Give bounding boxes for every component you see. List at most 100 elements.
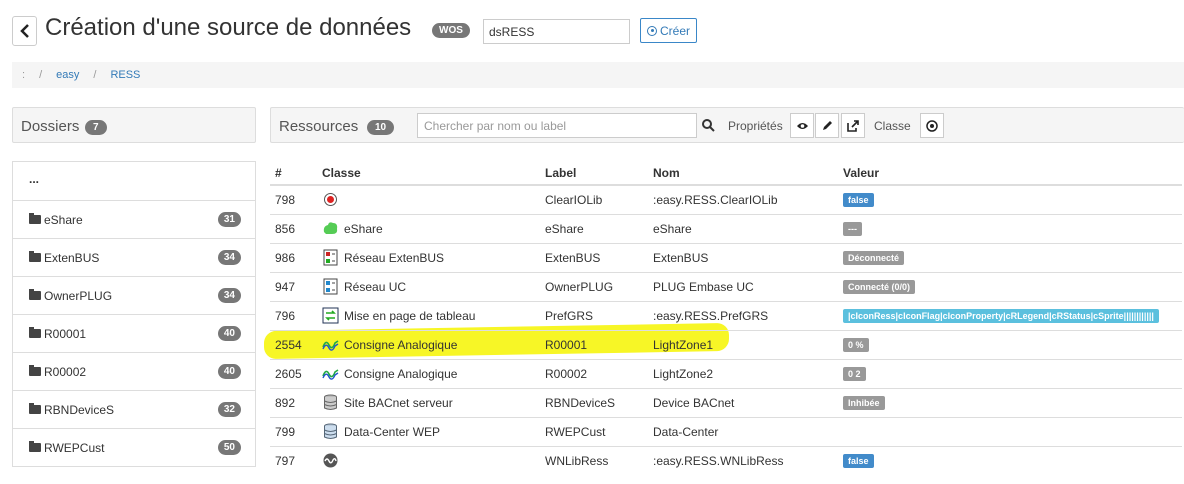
folder-count: 34 (217, 288, 241, 303)
folder-item-rbndevices[interactable]: RBNDeviceS 32 (13, 390, 255, 428)
row-label: PrefGRS (540, 300, 648, 330)
row-label: R00002 (540, 358, 648, 388)
back-button[interactable] (12, 16, 37, 46)
row-label: WNLibRess (540, 445, 648, 475)
breadcrumb-sep: / (39, 69, 43, 81)
eshare-icon (322, 220, 339, 237)
row-class-cell: Réseau ExtenBUS (317, 242, 540, 272)
table-row[interactable]: 892 Site BACnet serveur RBNDeviceS Device B… (270, 387, 1182, 417)
folder-count: 31 (217, 212, 241, 227)
folder-item-eshare[interactable]: eShare 31 (13, 200, 255, 238)
folder-count: 40 (217, 364, 241, 379)
row-value-cell: 0 2 (838, 358, 1182, 388)
folder-item-ownerplug[interactable]: OwnerPLUG 34 (13, 276, 255, 314)
col-class-header[interactable]: Classe (317, 161, 540, 186)
folders-header: Dossiers 7 (12, 107, 256, 143)
parent-dots: ... (29, 172, 40, 186)
export-button[interactable] (841, 113, 865, 138)
table-row[interactable]: 947 Réseau UC OwnerPLUG PLUG Embase UC Conne… (270, 271, 1182, 301)
search-input[interactable] (417, 113, 697, 138)
value-badge: 0 % (843, 338, 869, 352)
row-value-cell (838, 416, 1182, 446)
row-value-cell: 0 % (838, 329, 1182, 359)
table-row[interactable]: 2554 Consigne Analogique R00001 LightZone1 0… (270, 329, 1182, 359)
analog-icon (322, 365, 339, 382)
table-row[interactable]: 799 Data-Center WEP RWEPCust Data-Center (270, 416, 1182, 446)
row-name: Device BACnet (648, 387, 838, 417)
row-id: 986 (270, 242, 317, 272)
folder-icon (29, 327, 41, 338)
class-button[interactable] (920, 113, 944, 138)
row-label: R00001 (540, 329, 648, 359)
table-row[interactable]: 986 Réseau ExtenBUS ExtenBUS ExtenBUS Déconn… (270, 242, 1182, 272)
row-label: RWEPCust (540, 416, 648, 446)
resources-title: Ressources (279, 118, 359, 135)
row-id: 2605 (270, 358, 317, 388)
value-badge: 0 2 (843, 367, 866, 381)
folders-title: Dossiers (21, 118, 80, 135)
view-button[interactable] (790, 113, 814, 138)
table-row[interactable]: 798 ClearIOLib:easy.RESS.ClearIOLib false (270, 184, 1182, 214)
create-button[interactable]: Créer (640, 18, 698, 43)
row-class-cell: Réseau UC (317, 271, 540, 301)
folder-icon (29, 251, 41, 262)
database-icon (322, 394, 339, 411)
table-row[interactable]: 797 WNLibRess:easy.RESS.WNLibRess false (270, 445, 1182, 475)
folder-count: 40 (217, 326, 241, 341)
row-class: Consigne Analogique (344, 337, 458, 352)
value-badge: Connecté (0/0) (843, 280, 916, 294)
row-label: eShare (540, 213, 648, 243)
folder-parent[interactable]: ... (13, 162, 255, 200)
resources-table: # Classe Label Nom Valeur 798 ClearIOLib:… (270, 161, 1182, 475)
row-value-cell: --- (838, 213, 1182, 243)
folder-item-rwepcust[interactable]: RWEPCust 50 (13, 428, 255, 466)
row-label: ClearIOLib (540, 184, 648, 214)
page-title: Création d'une source de données (45, 14, 412, 41)
folder-icon (29, 289, 41, 300)
row-class-cell: Consigne Analogique (317, 358, 540, 388)
folder-item-r00001[interactable]: R00001 40 (13, 314, 255, 352)
table-row[interactable]: 796 Mise en page de tableau PrefGRS:easy.R… (270, 300, 1182, 330)
row-id: 799 (270, 416, 317, 446)
folders-list: ... eShare 31 ExtenBUS 34 OwnerPLUG 34 R000… (12, 161, 256, 467)
row-class-cell: Data-Center WEP (317, 416, 540, 446)
col-value-header[interactable]: Valeur (838, 161, 1182, 186)
edit-button[interactable] (815, 113, 839, 138)
analog-icon (322, 336, 339, 353)
row-class: Réseau UC (344, 279, 407, 294)
value-badge: |cIconRess|cIconFlag|cIconProperty|cRLeg… (843, 309, 1159, 323)
row-class: Consigne Analogique (344, 366, 458, 381)
row-value-cell: Connecté (0/0) (838, 271, 1182, 301)
breadcrumb-easy[interactable]: easy (56, 69, 79, 81)
breadcrumb-ress[interactable]: RESS (110, 69, 140, 81)
row-label: RBNDeviceS (540, 387, 648, 417)
folder-icon (29, 213, 41, 224)
row-name: LightZone1 (648, 329, 838, 359)
row-id: 798 (270, 184, 317, 214)
row-name: ExtenBUS (648, 242, 838, 272)
row-class-cell: Consigne Analogique (317, 329, 540, 359)
row-id: 2554 (270, 329, 317, 359)
properties-label: Propriétés (728, 119, 783, 133)
value-badge: false (843, 454, 874, 469)
row-id: 856 (270, 213, 317, 243)
wnlib-icon (322, 452, 339, 469)
col-name-header[interactable]: Nom (648, 161, 838, 186)
row-value-cell: false (838, 184, 1182, 214)
row-label: OwnerPLUG (540, 271, 648, 301)
row-label: ExtenBUS (540, 242, 648, 272)
search-icon[interactable] (702, 119, 715, 132)
folder-label: RBNDeviceS (44, 403, 115, 417)
col-label-header[interactable]: Label (540, 161, 648, 186)
value-badge: Inhibée (843, 396, 885, 410)
table-layout-icon (322, 307, 339, 324)
col-id-header[interactable]: # (270, 161, 317, 186)
row-name: PLUG Embase UC (648, 271, 838, 301)
folder-item-r00002[interactable]: R00002 40 (13, 352, 255, 390)
datasource-name-input[interactable] (483, 19, 630, 44)
table-row[interactable]: 2605 Consigne Analogique R00002 LightZone2 0… (270, 358, 1182, 388)
folder-item-extenbus[interactable]: ExtenBUS 34 (13, 238, 255, 276)
folder-icon (29, 403, 41, 414)
table-row[interactable]: 856 eShare eShare eShare --- (270, 213, 1182, 243)
row-id: 947 (270, 271, 317, 301)
